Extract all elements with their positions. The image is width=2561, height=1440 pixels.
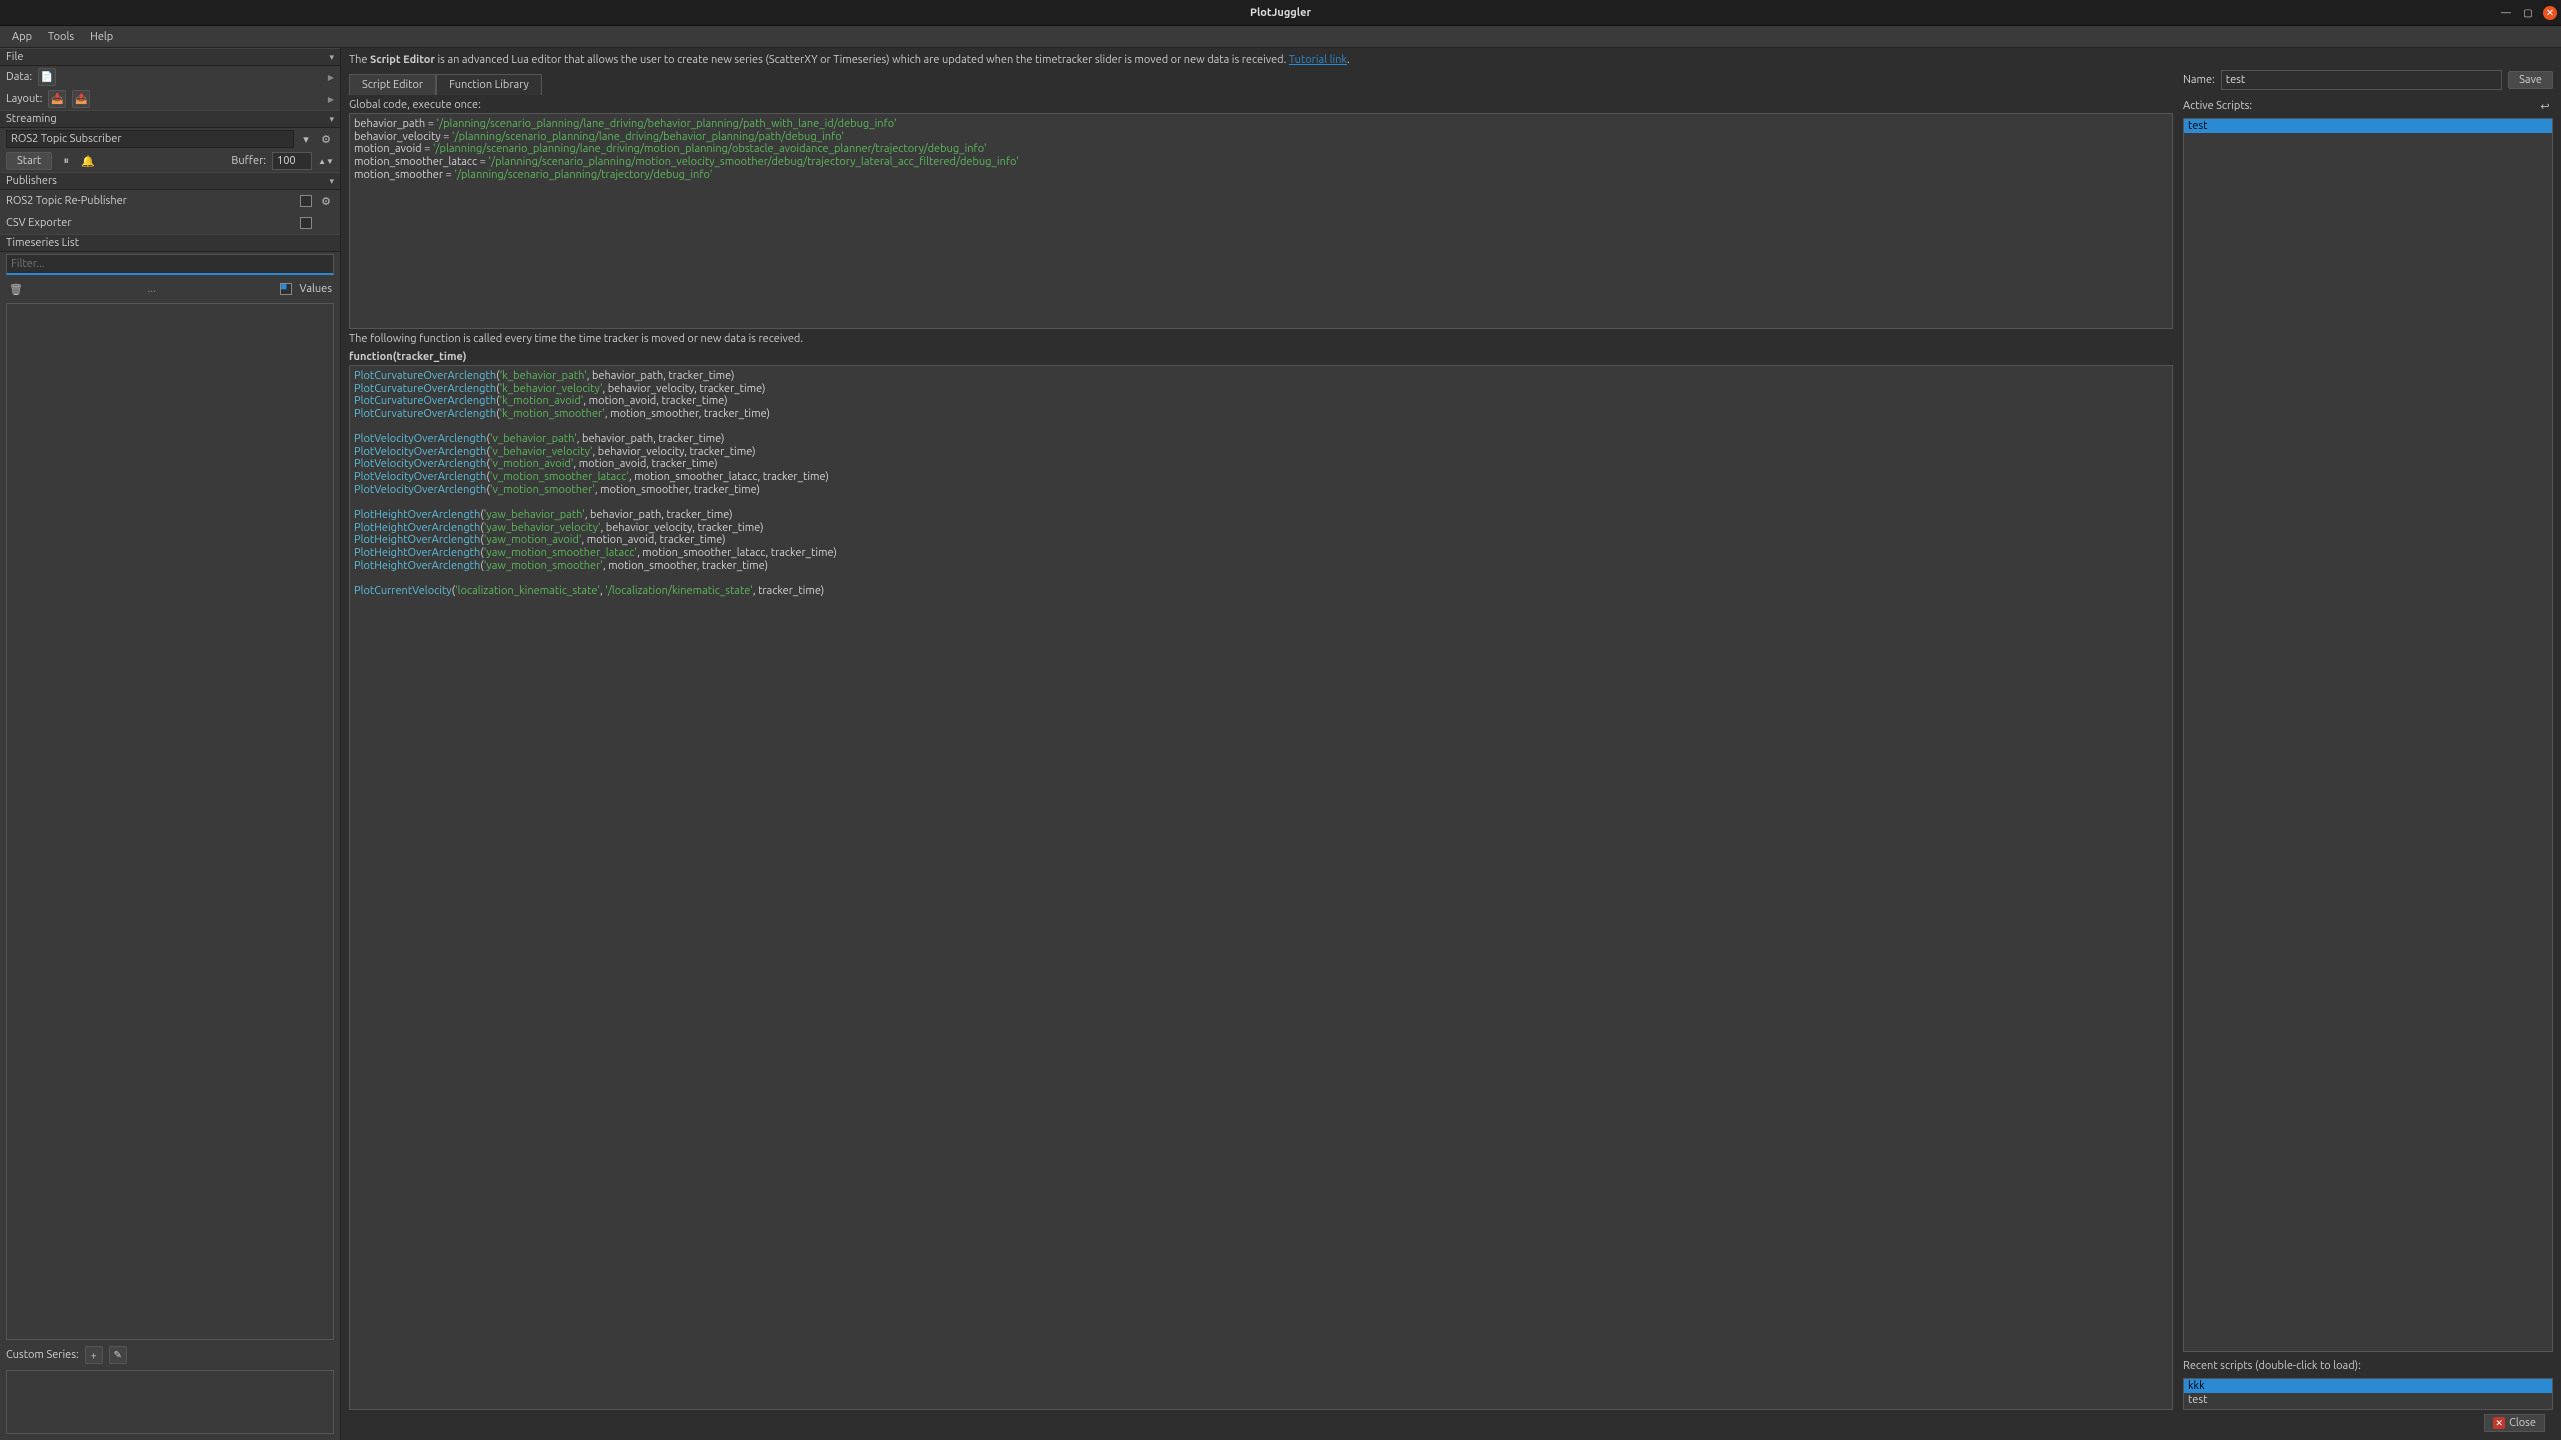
desc-bold: Script Editor [370, 54, 435, 66]
active-script-item[interactable]: test [2184, 119, 2552, 133]
streaming-header-label: Streaming [6, 113, 57, 125]
content-area: The Script Editor is an advanced Lua edi… [341, 48, 2561, 1440]
expand-icon[interactable]: ▶ [328, 95, 334, 104]
publishers-header-label: Publishers [6, 175, 57, 187]
script-name-row: Name: Save [2183, 70, 2553, 90]
layout-row: Layout: 📥 📤 ▶ [0, 88, 340, 110]
desc-period: . [1347, 54, 1350, 66]
collapse-icon[interactable]: ▾ [329, 52, 334, 63]
pause-icon[interactable]: ⏸ [58, 153, 74, 169]
dropdown-icon[interactable]: ▾ [298, 131, 314, 147]
values-checkbox[interactable] [280, 283, 292, 295]
streaming-source-select[interactable]: ROS2 Topic Subscriber [6, 130, 294, 148]
gear-icon[interactable]: ⚙ [318, 131, 334, 147]
timeseries-tree[interactable] [6, 303, 334, 1340]
func-code-label: The following function is called every t… [349, 333, 2173, 345]
add-series-button[interactable]: + [85, 1346, 103, 1364]
expand-icon[interactable]: ▶ [328, 73, 334, 82]
timeseries-header-label: Timeseries List [6, 237, 79, 249]
function-code-editor[interactable]: PlotCurvatureOverArclength('k_behavior_p… [349, 365, 2173, 1410]
global-code-label: Global code, execute once: [349, 99, 2173, 111]
custom-series-row: Custom Series: + ✎ [0, 1342, 340, 1368]
dialog-footer: ✕ Close [349, 1410, 2553, 1436]
republisher-row: ROS2 Topic Re-Publisher ⚙ [0, 190, 340, 212]
edit-series-button[interactable]: ✎ [109, 1346, 127, 1364]
ellipsis[interactable]: ... [32, 283, 272, 295]
publishers-header[interactable]: Publishers ▾ [0, 172, 340, 190]
active-scripts-list[interactable]: test [2183, 118, 2553, 1352]
menu-tools[interactable]: Tools [40, 29, 82, 45]
streaming-controls: Start ⏸ 🔔 Buffer: ▲▼ [0, 150, 340, 172]
editor-tabs: Script Editor Function Library [349, 74, 2173, 95]
csv-exporter-label: CSV Exporter [6, 217, 72, 229]
timeseries-toolbar: 🗑 ... Values [0, 277, 340, 301]
layout-save-icon[interactable]: 📤 [72, 90, 90, 108]
data-load-icon[interactable]: 📄 [38, 68, 56, 86]
titlebar: PlotJuggler — ▢ ✕ [0, 0, 2561, 26]
window-controls: — ▢ ✕ [2499, 6, 2557, 20]
active-scripts-label: Active Scripts: [2183, 100, 2252, 112]
save-button[interactable]: Save [2508, 71, 2553, 89]
timeseries-header[interactable]: Timeseries List [0, 234, 340, 252]
tutorial-link[interactable]: Tutorial link [1289, 54, 1347, 66]
recent-scripts-label: Recent scripts (double-click to load): [2183, 1360, 2553, 1372]
start-button[interactable]: Start [6, 152, 52, 170]
trash-icon[interactable]: 🗑 [8, 281, 24, 297]
notify-icon[interactable]: 🔔 [80, 153, 96, 169]
streaming-header[interactable]: Streaming ▾ [0, 110, 340, 128]
menubar: App Tools Help [0, 26, 2561, 48]
close-icon[interactable]: ✕ [2543, 6, 2557, 20]
layout-load-icon[interactable]: 📥 [48, 90, 66, 108]
custom-series-label: Custom Series: [6, 1349, 79, 1361]
name-label: Name: [2183, 74, 2215, 86]
tab-script-editor[interactable]: Script Editor [349, 74, 436, 95]
data-label: Data: [6, 71, 32, 83]
layout-label: Layout: [6, 93, 42, 105]
sidebar: File ▾ Data: 📄 ▶ Layout: 📥 📤 ▶ Streaming… [0, 48, 341, 1440]
recent-script-item[interactable]: kkk [2184, 1379, 2552, 1393]
csv-checkbox[interactable] [300, 217, 312, 229]
script-name-input[interactable] [2221, 70, 2502, 90]
buffer-label: Buffer: [231, 155, 266, 167]
tab-function-library[interactable]: Function Library [436, 74, 542, 95]
close-label: Close [2509, 1417, 2536, 1429]
desc-text: The [349, 54, 370, 66]
data-row: Data: 📄 ▶ [0, 66, 340, 88]
close-x-icon: ✕ [2493, 1417, 2505, 1429]
menu-app[interactable]: App [4, 29, 40, 45]
run-icon[interactable]: ↩ [2537, 98, 2553, 114]
gear-icon[interactable]: ⚙ [318, 193, 334, 209]
custom-series-area[interactable] [6, 1370, 334, 1434]
editor-description: The Script Editor is an advanced Lua edi… [349, 54, 2553, 66]
close-button[interactable]: ✕ Close [2484, 1414, 2545, 1432]
menu-help[interactable]: Help [82, 29, 121, 45]
republisher-checkbox[interactable] [300, 195, 312, 207]
collapse-icon[interactable]: ▾ [329, 176, 334, 187]
republisher-label: ROS2 Topic Re-Publisher [6, 195, 127, 207]
buffer-input[interactable] [272, 152, 312, 170]
spinner-icon[interactable]: ▲▼ [318, 153, 334, 169]
window-title: PlotJuggler [1250, 7, 1311, 19]
csv-exporter-row: CSV Exporter [0, 212, 340, 234]
desc-text: is an advanced Lua editor that allows th… [435, 54, 1289, 66]
recent-script-item[interactable]: test [2184, 1393, 2552, 1407]
active-scripts-header: Active Scripts: ↩ [2183, 98, 2553, 114]
filter-input[interactable] [6, 254, 334, 275]
maximize-icon[interactable]: ▢ [2521, 6, 2535, 20]
file-header[interactable]: File ▾ [0, 48, 340, 66]
global-code-editor[interactable]: behavior_path = '/planning/scenario_plan… [349, 113, 2173, 329]
values-label: Values [300, 283, 332, 295]
func-signature: function(tracker_time) [349, 351, 2173, 363]
file-header-label: File [6, 51, 23, 63]
recent-scripts-list[interactable]: kkktest [2183, 1378, 2553, 1410]
minimize-icon[interactable]: — [2499, 6, 2513, 20]
subscriber-row: ROS2 Topic Subscriber ▾ ⚙ [0, 128, 340, 150]
collapse-icon[interactable]: ▾ [329, 114, 334, 125]
